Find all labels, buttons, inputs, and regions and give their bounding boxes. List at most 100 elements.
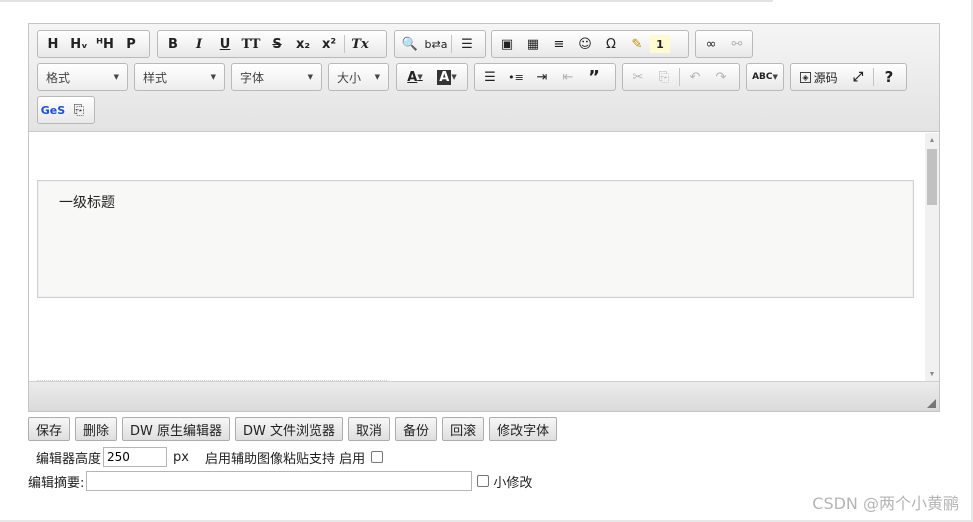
chevron-down-icon: ▼ xyxy=(374,73,380,81)
height-input[interactable] xyxy=(103,447,168,467)
editor-status-bar xyxy=(29,381,939,411)
table-icon[interactable]: ▦ xyxy=(520,32,546,56)
chevron-down-icon: ▼ xyxy=(307,73,313,81)
strikethrough-button[interactable]: S xyxy=(264,32,290,56)
scrollbar-thumb[interactable] xyxy=(927,149,937,205)
smiley-icon[interactable]: ☺ xyxy=(572,32,598,56)
dw-file-browser-button[interactable]: DW 文件浏览器 xyxy=(235,417,344,441)
template-icon[interactable]: ✎ xyxy=(624,32,650,56)
rollback-button[interactable]: 回滚 xyxy=(442,417,485,441)
undo-icon[interactable]: ↶ xyxy=(682,65,708,89)
spellcheck-button[interactable]: ABC ▼ xyxy=(749,65,781,89)
chevron-down-icon: ▼ xyxy=(451,73,457,81)
find-icon[interactable]: 🔍 xyxy=(397,32,423,56)
font-select[interactable]: 字体 ▼ xyxy=(231,63,322,91)
editor-settings-row: 编辑器高度 px 启用辅助图像粘贴支持 启用 xyxy=(36,446,384,468)
special-char-icon[interactable]: Ω xyxy=(598,32,624,56)
resize-handle-icon[interactable] xyxy=(927,399,936,408)
toolbar-separator xyxy=(873,68,874,86)
edit-group: ✂ ⎘ ↶ ↷ xyxy=(622,63,740,91)
toolbar-separator xyxy=(679,68,680,86)
save-button[interactable]: 保存 xyxy=(28,417,71,441)
editor-scrollbar[interactable]: ▲ ▼ xyxy=(925,133,939,381)
redo-icon[interactable]: ↷ xyxy=(708,65,734,89)
indent-icon[interactable]: ⇥ xyxy=(529,65,555,89)
link-icon[interactable]: ∞ xyxy=(698,32,724,56)
ges-button[interactable]: GeS xyxy=(40,98,66,122)
insert-group: ▣ ▦ ≡ ☺ Ω ✎ 1 xyxy=(491,30,689,58)
heading-text[interactable]: 一级标题 xyxy=(59,192,115,212)
source-doc-icon: ◈ xyxy=(800,71,811,83)
horizontal-rule-icon[interactable]: ≡ xyxy=(546,32,572,56)
scroll-up-icon[interactable]: ▲ xyxy=(925,133,939,147)
paragraph-button[interactable]: P xyxy=(118,32,144,56)
style-select-label: 样式 xyxy=(143,70,168,85)
summary-label: 编辑摘要: xyxy=(28,475,85,491)
extra-group: GeS ⎘ xyxy=(37,96,95,124)
remove-format-button[interactable]: Tx xyxy=(347,32,373,56)
superscript-button[interactable]: x² xyxy=(316,32,342,56)
format-select-label: 格式 xyxy=(46,70,71,85)
editor-toolbar: H Hᵥ ᴴH P B I U TT S x₂ x² Tx 🔍 b⇄a ☰ ▣ … xyxy=(29,24,939,132)
heading-block[interactable]: 一级标题 xyxy=(37,180,914,298)
bullet-list-icon[interactable]: •≡ xyxy=(503,65,529,89)
editor-content[interactable]: 一级标题 xyxy=(29,133,925,381)
action-buttons: 保存 删除 DW 原生编辑器 DW 文件浏览器 取消 备份 回滚 修改字体 xyxy=(28,417,558,441)
help-icon[interactable]: ? xyxy=(876,65,902,89)
cut-icon[interactable]: ✂ xyxy=(625,65,651,89)
paste-support-label: 启用辅助图像粘贴支持 启用 xyxy=(204,451,366,467)
paste-word-icon[interactable]: ⎘ xyxy=(66,98,92,122)
bg-color-label: A xyxy=(437,69,452,85)
watermark: CSDN @两个小黄鹂 xyxy=(812,494,959,513)
chevron-down-icon: ▼ xyxy=(210,73,216,81)
monospace-button[interactable]: TT xyxy=(238,32,264,56)
minor-edit-label: 小修改 xyxy=(493,475,533,491)
backup-button[interactable]: 备份 xyxy=(395,417,438,441)
height-label: 编辑器高度 xyxy=(36,451,102,467)
underline-button[interactable]: U xyxy=(212,32,238,56)
bold-button[interactable]: B xyxy=(160,32,186,56)
style-select[interactable]: 样式 ▼ xyxy=(134,63,225,91)
delete-button[interactable]: 删除 xyxy=(75,417,118,441)
outdent-icon[interactable]: ⇤ xyxy=(555,65,581,89)
paste-support-checkbox[interactable] xyxy=(371,451,384,463)
font-select-label: 字体 xyxy=(240,70,265,85)
link-group: ∞ ⚯ xyxy=(695,30,753,58)
chevron-down-icon: ▼ xyxy=(113,73,119,81)
dw-native-editor-button[interactable]: DW 原生编辑器 xyxy=(122,417,231,441)
subscript-button[interactable]: x₂ xyxy=(290,32,316,56)
blockquote-icon[interactable]: ” xyxy=(581,65,607,89)
cancel-button[interactable]: 取消 xyxy=(348,417,391,441)
page-number-icon[interactable]: 1 xyxy=(650,35,670,53)
image-icon[interactable]: ▣ xyxy=(494,32,520,56)
maximize-icon[interactable]: ⤢ xyxy=(845,65,871,89)
heading-hv-button[interactable]: Hᵥ xyxy=(66,32,92,56)
minor-edit-checkbox[interactable] xyxy=(477,475,490,487)
source-button[interactable]: ◈ 源码 xyxy=(793,65,845,89)
text-color-button[interactable]: A ▼ xyxy=(399,65,431,89)
replace-icon[interactable]: b⇄a xyxy=(423,32,449,56)
format-select[interactable]: 格式 ▼ xyxy=(37,63,128,91)
scroll-down-icon[interactable]: ▼ xyxy=(925,367,939,381)
text-format-group: B I U TT S x₂ x² Tx xyxy=(157,30,387,58)
numbered-list-icon[interactable]: ☰ xyxy=(477,65,503,89)
rich-text-editor: H Hᵥ ᴴH P B I U TT S x₂ x² Tx 🔍 b⇄a ☰ ▣ … xyxy=(28,23,940,412)
top-border-line xyxy=(0,0,773,2)
heading-buttons-group: H Hᵥ ᴴH P xyxy=(37,30,150,58)
italic-button[interactable]: I xyxy=(186,32,212,56)
height-unit: px xyxy=(173,449,189,465)
size-select[interactable]: 大小 ▼ xyxy=(328,63,389,91)
find-group: 🔍 b⇄a ☰ xyxy=(394,30,486,58)
change-font-button[interactable]: 修改字体 xyxy=(489,417,558,441)
select-all-icon[interactable]: ☰ xyxy=(454,32,480,56)
summary-input[interactable] xyxy=(86,471,473,491)
unlink-icon[interactable]: ⚯ xyxy=(724,32,750,56)
color-group: A ▼ A ▼ xyxy=(396,63,468,91)
chevron-down-icon: ▼ xyxy=(772,73,778,81)
source-label: 源码 xyxy=(813,70,838,85)
copy-icon[interactable]: ⎘ xyxy=(651,65,677,89)
heading-h2-button[interactable]: ᴴH xyxy=(92,32,118,56)
heading-h-button[interactable]: H xyxy=(40,32,66,56)
toolbar-separator xyxy=(451,35,452,53)
bg-color-button[interactable]: A ▼ xyxy=(431,65,463,89)
